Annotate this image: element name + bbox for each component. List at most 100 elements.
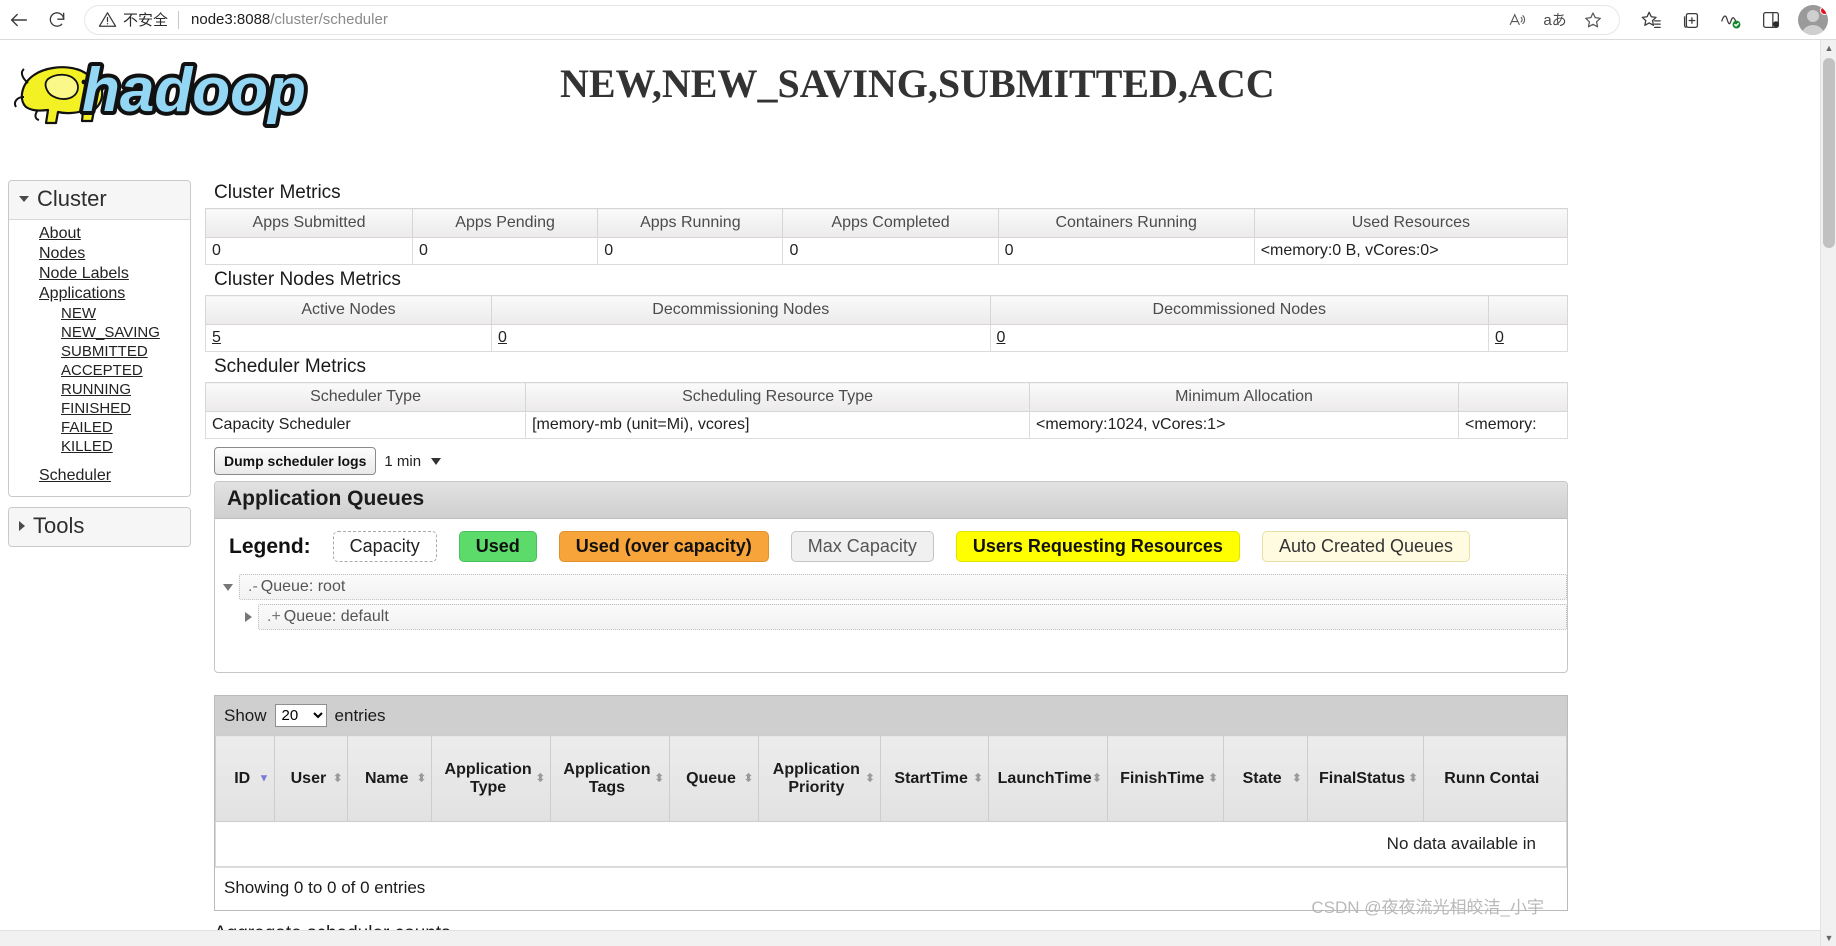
horizontal-scrollbar[interactable]: [0, 930, 1820, 946]
table-empty-row: No data available in: [215, 821, 1567, 867]
entries-per-page-select[interactable]: 20 50 100: [274, 704, 327, 727]
col-decommissioning-nodes: Decommissioning Nodes: [491, 295, 991, 325]
translate-icon[interactable]: aあ: [1538, 6, 1572, 34]
expand-collapse-icon[interactable]: [245, 612, 252, 622]
sort-icon[interactable]: ⬍: [536, 773, 545, 784]
queue-bar-root[interactable]: .- Queue: root: [239, 574, 1567, 600]
sidebar-toggle-icon[interactable]: [1754, 5, 1788, 35]
col-apps-submitted: Apps Submitted: [204, 208, 414, 238]
col-active-nodes: Active Nodes: [204, 295, 493, 325]
read-aloud-icon[interactable]: [1500, 6, 1534, 34]
col-scheduling-resource-type: Scheduling Resource Type: [525, 382, 1030, 412]
sidebar-item-submitted[interactable]: SUBMITTED: [9, 342, 190, 361]
col-starttime[interactable]: StartTime ⬍: [879, 735, 989, 822]
queue-sign: .-: [248, 578, 258, 595]
col-id[interactable]: ID ▼: [214, 735, 276, 822]
sort-icon[interactable]: ⬍: [1209, 773, 1218, 784]
favorites-list-icon[interactable]: [1634, 5, 1668, 35]
col-state-label: State: [1242, 769, 1282, 787]
col-finishtime[interactable]: FinishTime ⬍: [1106, 735, 1224, 822]
favorite-star-icon[interactable]: [1576, 6, 1610, 34]
sort-icon[interactable]: ⬍: [1408, 773, 1417, 784]
sort-desc-icon[interactable]: ▼: [259, 773, 270, 784]
active-nodes-link[interactable]: 5: [212, 329, 221, 346]
browser-essentials-icon[interactable]: [1714, 5, 1748, 35]
sidebar-item-accepted[interactable]: ACCEPTED: [9, 361, 190, 380]
application-queues-title: Application Queues: [215, 482, 1567, 519]
cell-decommissioned-nodes[interactable]: 0: [989, 324, 1489, 352]
extra-nodes-link[interactable]: 0: [1495, 329, 1504, 346]
col-user[interactable]: User ⬍: [274, 735, 349, 822]
sort-icon[interactable]: ⬍: [655, 773, 664, 784]
sidebar-item-failed[interactable]: FAILED: [9, 418, 190, 437]
sort-icon[interactable]: ⬍: [1092, 773, 1101, 784]
legend-chip-max-capacity: Max Capacity: [790, 531, 934, 562]
address-bar[interactable]: 不安全 node3:8088/cluster/scheduler aあ: [84, 4, 1620, 35]
sidebar-item-finished[interactable]: FINISHED: [9, 399, 190, 418]
hadoop-logo: hadoop hadoop: [14, 52, 310, 129]
sort-icon[interactable]: ⬍: [333, 773, 342, 784]
expand-collapse-icon[interactable]: [223, 583, 233, 591]
sidebar-item-new[interactable]: NEW: [9, 304, 190, 323]
col-running-containers[interactable]: Runn Contai: [1422, 735, 1568, 822]
legend-chip-used: Used: [458, 531, 537, 562]
queue-row-root[interactable]: .- Queue: root: [215, 572, 1567, 602]
col-application-priority[interactable]: Application Priority ⬍: [758, 735, 881, 822]
dump-interval-select[interactable]: 1 min: [384, 453, 442, 470]
col-id-label: ID: [234, 769, 251, 787]
dump-scheduler-logs-button[interactable]: Dump scheduler logs: [214, 447, 377, 475]
col-application-type[interactable]: Application Type ⬍: [431, 735, 552, 822]
back-button[interactable]: [0, 4, 38, 36]
sidebar-item-nodes[interactable]: Nodes: [9, 244, 190, 264]
col-name[interactable]: Name ⬍: [347, 735, 433, 822]
sort-icon[interactable]: ⬍: [744, 773, 753, 784]
decommissioning-nodes-link[interactable]: 0: [498, 329, 507, 346]
col-queue-label: Queue: [686, 769, 736, 787]
svg-text:hadoop: hadoop: [82, 56, 306, 125]
chevron-down-icon: [431, 457, 442, 465]
sidebar-item-new-saving[interactable]: NEW_SAVING: [9, 323, 190, 342]
cell-extra-nodes[interactable]: 0: [1487, 324, 1569, 352]
col-finalstatus[interactable]: FinalStatus ⬍: [1306, 735, 1424, 822]
cell-active-nodes[interactable]: 5: [204, 324, 493, 352]
sort-icon[interactable]: ⬍: [417, 773, 426, 784]
profile-avatar[interactable]: [1798, 4, 1828, 35]
sidebar-item-scheduler[interactable]: Scheduler: [9, 466, 190, 486]
sidebar-item-node-labels[interactable]: Node Labels: [9, 264, 190, 284]
sort-icon[interactable]: ⬍: [1292, 773, 1301, 784]
sort-icon[interactable]: ⬍: [973, 773, 982, 784]
cell-decommissioning-nodes[interactable]: 0: [491, 324, 991, 352]
col-extra: [1487, 295, 1569, 325]
vertical-scrollbar[interactable]: ▲ ▼: [1820, 40, 1836, 946]
sidebar-tools-header[interactable]: Tools: [9, 508, 190, 546]
browser-toolbar: 不安全 node3:8088/cluster/scheduler aあ: [0, 0, 1836, 40]
cell-scheduling-resource-type: [memory-mb (unit=Mi), vcores]: [525, 411, 1030, 439]
app-states-title: NEW,NEW_SAVING,SUBMITTED,ACC: [560, 61, 1275, 106]
dump-scheduler-logs-row: Dump scheduler logs 1 min: [214, 447, 1568, 475]
sidebar-item-applications[interactable]: Applications: [9, 284, 190, 304]
reload-button[interactable]: [38, 4, 76, 36]
table-row: Capacity Scheduler [memory-mb (unit=Mi),…: [204, 411, 1568, 439]
sidebar-item-killed[interactable]: KILLED: [9, 437, 190, 456]
sort-icon[interactable]: ⬍: [865, 773, 874, 784]
collections-icon[interactable]: [1674, 5, 1708, 35]
col-minimum-allocation: Minimum Allocation: [1028, 382, 1460, 412]
legend-chip-auto-created-queues: Auto Created Queues: [1261, 531, 1471, 562]
sidebar-item-running[interactable]: RUNNING: [9, 380, 190, 399]
queue-label-root: Queue: root: [260, 578, 346, 595]
col-queue[interactable]: Queue ⬍: [668, 735, 760, 822]
col-launchtime[interactable]: LaunchTime ⬍: [987, 735, 1108, 822]
col-maximum-allocation: [1458, 382, 1568, 412]
decommissioned-nodes-link[interactable]: 0: [997, 329, 1006, 346]
scroll-up-arrow-icon[interactable]: ▲: [1821, 40, 1836, 56]
url-host: node3:8088: [191, 11, 271, 28]
queue-row-default[interactable]: .+ Queue: default: [215, 602, 1567, 632]
col-application-tags[interactable]: Application Tags ⬍: [550, 735, 670, 822]
vertical-scrollbar-thumb[interactable]: [1823, 58, 1835, 248]
sidebar-cluster-header[interactable]: Cluster: [9, 181, 190, 220]
scroll-down-arrow-icon[interactable]: ▼: [1821, 930, 1836, 946]
sidebar-panel-tools: Tools: [8, 507, 191, 547]
queue-bar-default[interactable]: .+ Queue: default: [258, 604, 1567, 630]
col-state[interactable]: State ⬍: [1222, 735, 1308, 822]
sidebar-item-about[interactable]: About: [9, 224, 190, 244]
